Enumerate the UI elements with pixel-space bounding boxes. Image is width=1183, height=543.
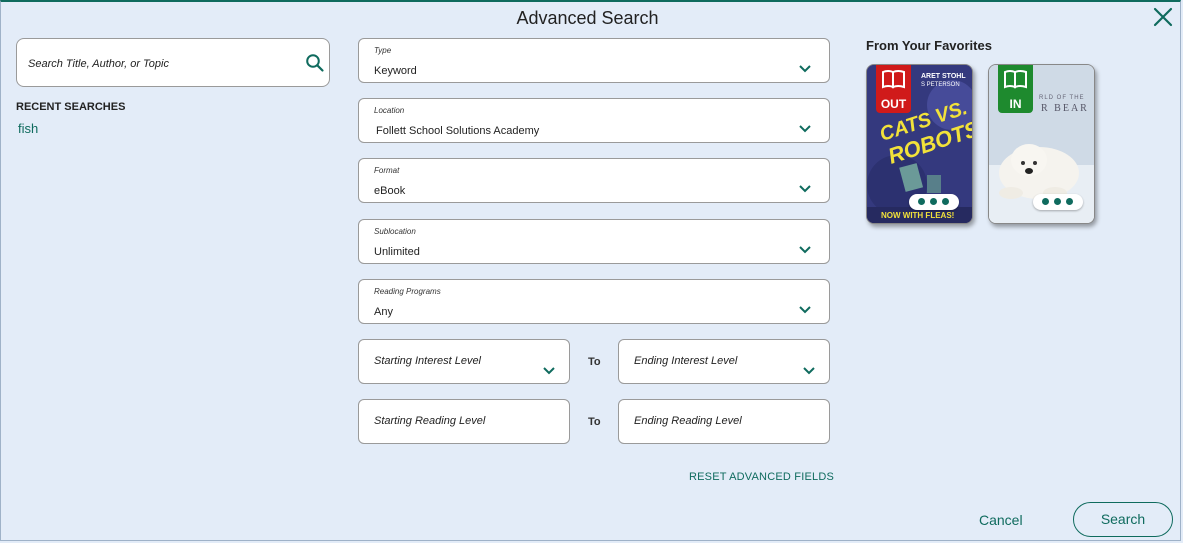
book-cover-author: S PETERSON [921, 82, 960, 88]
starting-interest-level-placeholder: Starting Interest Level [374, 355, 482, 367]
sublocation-select[interactable]: Sublocation Unlimited [358, 219, 830, 264]
more-dots-icon [1054, 198, 1061, 205]
status-badge-label: IN [1009, 97, 1022, 111]
ending-reading-level-input[interactable]: Ending Reading Level [618, 399, 830, 444]
more-dots-icon [930, 198, 937, 205]
location-value: Follett School Solutions Academy [376, 125, 540, 137]
dialog-title: Advanced Search [516, 8, 659, 28]
reading-programs-value: Any [374, 306, 393, 318]
sublocation-label: Sublocation [374, 227, 416, 236]
book-icon [882, 70, 905, 89]
location-label: Location [374, 106, 405, 115]
ending-interest-level-select[interactable]: Ending Interest Level [618, 339, 830, 384]
book-cover-title: RLD OF THE [1039, 95, 1085, 101]
favorite-book-card[interactable]: ARET STOHL S PETERSON CATS VS. ROBOTS NO… [866, 64, 973, 224]
more-dots-icon [918, 198, 925, 205]
range-to-label: To [588, 356, 601, 368]
book-cover-title: R BEAR [1041, 103, 1089, 114]
status-badge-label: OUT [880, 97, 907, 111]
chevron-down-icon [799, 65, 811, 73]
chevron-down-icon [803, 367, 815, 375]
search-icon[interactable] [305, 53, 325, 73]
book-icon [1004, 70, 1027, 89]
chevron-down-icon [799, 185, 811, 193]
starting-interest-level-select[interactable]: Starting Interest Level [358, 339, 570, 384]
more-options-button[interactable] [1033, 194, 1083, 210]
starting-reading-level-placeholder: Starting Reading Level [374, 415, 486, 427]
chevron-down-icon [543, 367, 555, 375]
ending-interest-level-placeholder: Ending Interest Level [634, 355, 738, 367]
status-badge-in: IN [998, 65, 1033, 113]
recent-searches-heading: RECENT SEARCHES [16, 101, 126, 113]
range-to-label: To [588, 416, 601, 428]
close-icon [1153, 7, 1173, 27]
format-select[interactable]: Format eBook [358, 158, 830, 203]
search-button[interactable]: Search [1073, 502, 1173, 537]
chevron-down-icon [799, 125, 811, 133]
search-input[interactable] [26, 51, 300, 77]
type-label: Type [374, 46, 392, 55]
type-value: Keyword [374, 65, 417, 77]
more-dots-icon [942, 198, 949, 205]
chevron-down-icon [799, 246, 811, 254]
more-dots-icon [1066, 198, 1073, 205]
favorites-heading: From Your Favorites [866, 38, 992, 53]
chevron-down-icon [799, 306, 811, 314]
more-dots-icon [1042, 198, 1049, 205]
type-select[interactable]: Type Keyword [358, 38, 830, 83]
recent-search-item[interactable]: fish [18, 121, 38, 136]
reset-advanced-fields-link[interactable]: RESET ADVANCED FIELDS [689, 471, 834, 483]
search-field[interactable] [16, 38, 330, 87]
cancel-button[interactable]: Cancel [979, 512, 1023, 528]
format-label: Format [374, 166, 400, 175]
location-select[interactable]: Location Follett School Solutions Academ… [358, 98, 830, 143]
book-cover-author: ARET STOHL [921, 73, 966, 80]
format-value: eBook [374, 185, 406, 197]
book-cover-tagline: NOW WITH FLEAS! [881, 211, 955, 220]
starting-reading-level-input[interactable]: Starting Reading Level [358, 399, 570, 444]
ending-reading-level-placeholder: Ending Reading Level [634, 415, 742, 427]
status-badge-out: OUT [876, 65, 911, 113]
favorite-book-card[interactable]: RLD OF THE R BEAR IN [988, 64, 1095, 224]
more-options-button[interactable] [909, 194, 959, 210]
reading-programs-select[interactable]: Reading Programs Any [358, 279, 830, 324]
reading-programs-label: Reading Programs [374, 287, 441, 296]
close-button[interactable] [1152, 6, 1174, 28]
sublocation-value: Unlimited [374, 246, 420, 258]
